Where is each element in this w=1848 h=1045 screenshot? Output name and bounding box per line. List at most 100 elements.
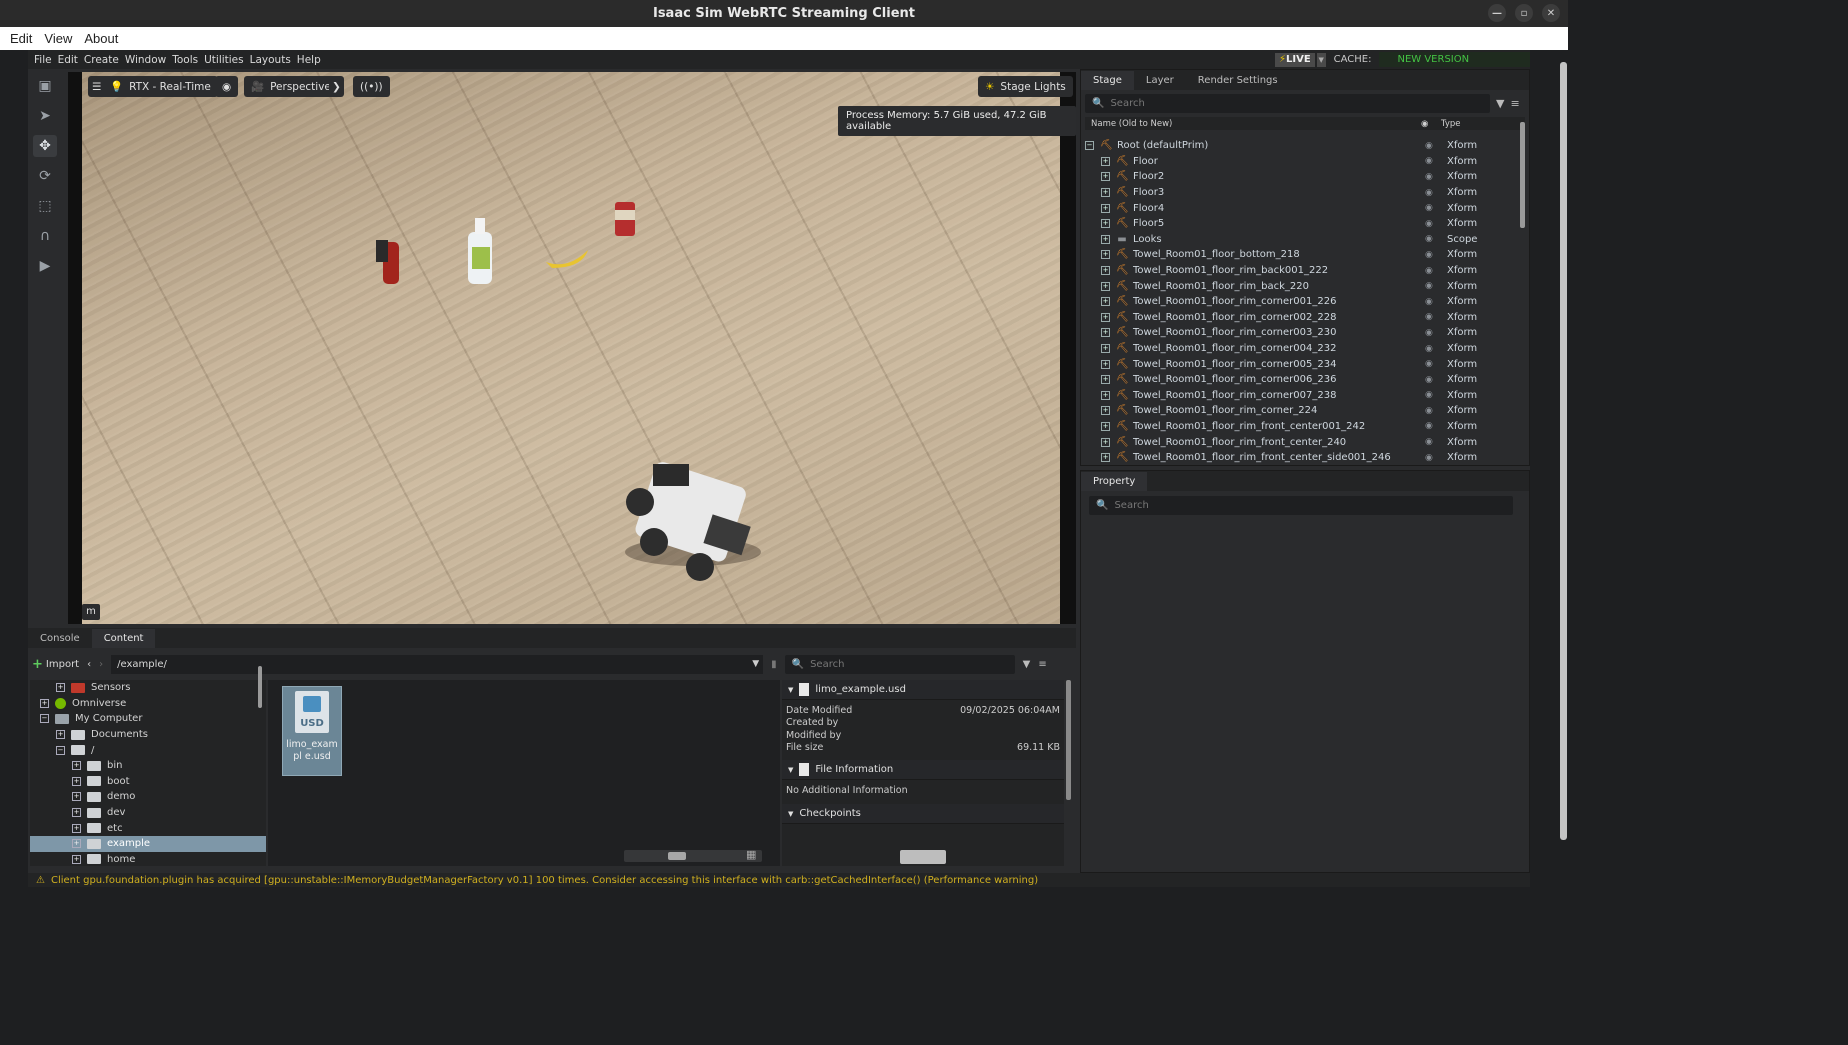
- expand-icon[interactable]: +: [1101, 297, 1110, 307]
- menu-tools[interactable]: Tools: [172, 54, 198, 66]
- collapse-icon[interactable]: −: [40, 714, 49, 724]
- broadcast-icon[interactable]: ((•)): [353, 76, 390, 97]
- expand-icon[interactable]: +: [1101, 437, 1110, 447]
- tree-item[interactable]: − /: [30, 742, 266, 758]
- menu-view[interactable]: View: [40, 31, 76, 46]
- tree-item[interactable]: + etc: [30, 820, 266, 836]
- live-button[interactable]: ⚡LIVE: [1275, 52, 1315, 67]
- stage-row[interactable]: + ⛏ Towel_Room01_floor_rim_corner_224 ◉ Xfor…: [1085, 403, 1517, 419]
- expand-icon[interactable]: +: [1101, 453, 1110, 463]
- camera-button[interactable]: 🎥 Perspective: [244, 76, 338, 97]
- units-badge[interactable]: m: [82, 604, 100, 620]
- visibility-eye-icon[interactable]: ◉: [1425, 141, 1433, 151]
- menu-icon[interactable]: ≡: [1510, 97, 1519, 110]
- stage-row[interactable]: + ⛏ Towel_Room01_floor_rim_front_center001…: [1085, 419, 1517, 435]
- expand-icon[interactable]: +: [1101, 406, 1110, 416]
- menu-layouts[interactable]: Layouts: [250, 54, 291, 66]
- stage-row[interactable]: + ▬ Looks ◉ Scope: [1085, 232, 1517, 248]
- live-dropdown-icon[interactable]: ▼: [1316, 52, 1326, 67]
- filter-icon[interactable]: ▼: [1496, 97, 1504, 110]
- tab-property[interactable]: Property: [1081, 472, 1148, 491]
- cache-status-badge[interactable]: NEW VERSION DETECTED: [1379, 52, 1530, 80]
- stage-row[interactable]: + ⛏ Towel_Room01_floor_rim_front_center_si…: [1085, 450, 1517, 466]
- visibility-eye-icon[interactable]: ◉: [1425, 203, 1433, 213]
- expand-icon[interactable]: +: [56, 730, 65, 740]
- tab-console[interactable]: Console: [28, 629, 92, 648]
- stage-row[interactable]: + ⛏ Towel_Room01_floor_rim_corner004_232 ◉ X…: [1085, 341, 1517, 357]
- stage-row[interactable]: + ⛏ Floor3 ◉ Xform: [1085, 185, 1517, 201]
- tree-item[interactable]: + dev: [30, 805, 266, 821]
- tab-content[interactable]: Content: [91, 629, 156, 648]
- expand-icon[interactable]: +: [1101, 250, 1110, 260]
- select-arrow-icon[interactable]: ➤: [33, 105, 57, 127]
- visibility-eye-icon[interactable]: ◉: [1425, 312, 1433, 322]
- expand-icon[interactable]: +: [72, 808, 81, 818]
- stage-search-input[interactable]: 🔍 Search: [1085, 94, 1490, 113]
- stage-lights-button[interactable]: ☀ Stage Lights: [978, 76, 1073, 97]
- menu-icon[interactable]: ≡: [1038, 659, 1046, 670]
- visibility-eye-icon[interactable]: ◉: [1425, 406, 1433, 416]
- expand-icon[interactable]: +: [72, 854, 81, 864]
- stage-row[interactable]: + ⛏ Towel_Room01_floor_rim_back001_222 ◉ Xfo…: [1085, 263, 1517, 279]
- menu-utilities[interactable]: Utilities: [204, 54, 244, 66]
- grid-view-icon[interactable]: ▦: [746, 848, 756, 861]
- visibility-eye-icon[interactable]: ◉: [1425, 453, 1433, 463]
- tree-item[interactable]: + Omniverse: [30, 696, 266, 712]
- menu-create[interactable]: Create: [84, 54, 119, 66]
- tab-render-settings[interactable]: Render Settings: [1186, 71, 1290, 90]
- stage-row[interactable]: + ⛏ Floor ◉ Xform: [1085, 154, 1517, 170]
- stage-row[interactable]: − ⛏ Root (defaultPrim) ◉ Xform: [1085, 138, 1517, 154]
- expand-icon[interactable]: +: [1101, 188, 1110, 198]
- collapse-icon[interactable]: −: [56, 745, 65, 755]
- bookmark-icon[interactable]: ▮: [771, 659, 777, 670]
- property-search-input[interactable]: 🔍 Search: [1089, 496, 1513, 515]
- expand-icon[interactable]: +: [1101, 172, 1110, 182]
- expand-icon[interactable]: +: [1101, 375, 1110, 385]
- play-icon[interactable]: ▶: [33, 255, 57, 277]
- expand-icon[interactable]: +: [1101, 234, 1110, 244]
- expand-icon[interactable]: +: [1101, 203, 1110, 213]
- visibility-eye-icon[interactable]: ◉: [1425, 375, 1433, 385]
- visibility-eye-icon[interactable]: ◉: [1425, 390, 1433, 400]
- chevron-right-icon[interactable]: ❯: [329, 76, 344, 97]
- expand-icon[interactable]: +: [1101, 390, 1110, 400]
- tree-item[interactable]: + example: [30, 835, 266, 852]
- visibility-eye-icon[interactable]: ◉: [1425, 437, 1433, 447]
- expand-icon[interactable]: +: [1101, 359, 1110, 369]
- file-tile[interactable]: USD limo_exampl e.usd: [282, 686, 342, 776]
- render-mode-button[interactable]: 💡 RTX - Real-Time: [103, 76, 218, 97]
- visibility-eye-icon[interactable]: ◉: [1425, 359, 1433, 369]
- import-button[interactable]: + Import: [32, 657, 79, 672]
- menu-edit[interactable]: Edit: [6, 31, 36, 46]
- stage-row[interactable]: + ⛏ Towel_Room01_floor_rim_corner003_230 ◉ X…: [1085, 325, 1517, 341]
- details-scrollbar[interactable]: [1066, 680, 1071, 800]
- stage-row[interactable]: + ⛏ Towel_Room01_floor_rim_corner006_236 ◉ X…: [1085, 372, 1517, 388]
- expand-icon[interactable]: +: [1101, 219, 1110, 229]
- expand-icon[interactable]: +: [1101, 156, 1110, 166]
- tree-item[interactable]: + Documents: [30, 727, 266, 743]
- stage-row[interactable]: + ⛏ Towel_Room01_floor_rim_corner002_228 ◉ X…: [1085, 310, 1517, 326]
- visibility-eye-icon[interactable]: ◉: [1425, 281, 1433, 291]
- tree-scrollbar[interactable]: [258, 666, 262, 708]
- expand-icon[interactable]: +: [1101, 328, 1110, 338]
- expand-icon[interactable]: +: [72, 792, 81, 802]
- file-info-header[interactable]: ▼ File Information: [782, 760, 1064, 780]
- tree-item[interactable]: + demo: [30, 789, 266, 805]
- expand-icon[interactable]: +: [1101, 266, 1110, 276]
- expand-icon[interactable]: +: [1101, 281, 1110, 291]
- scale-icon[interactable]: ⬚: [33, 195, 57, 217]
- visibility-eye-icon[interactable]: ◉: [1425, 172, 1433, 182]
- tree-item[interactable]: + bin: [30, 758, 266, 774]
- stage-row[interactable]: + ⛏ Towel_Room01_floor_rim_corner005_234 ◉ X…: [1085, 356, 1517, 372]
- expand-icon[interactable]: +: [56, 683, 65, 693]
- slider-knob[interactable]: [668, 852, 686, 860]
- menu-edit-app[interactable]: Edit: [58, 54, 78, 66]
- stage-row[interactable]: + ⛏ Towel_Room01_floor_rim_corner007_238 ◉ X…: [1085, 388, 1517, 404]
- tab-stage[interactable]: Stage: [1081, 71, 1134, 90]
- stage-row[interactable]: + ⛏ Towel_Room01_floor_rim_corner001_226 ◉ X…: [1085, 294, 1517, 310]
- visibility-eye-icon[interactable]: ◉: [1425, 234, 1433, 244]
- back-icon[interactable]: ‹: [87, 659, 91, 670]
- details-file-header[interactable]: ▼ limo_example.usd: [782, 680, 1064, 700]
- path-field[interactable]: /example/▼: [111, 654, 764, 674]
- expand-icon[interactable]: +: [72, 776, 81, 786]
